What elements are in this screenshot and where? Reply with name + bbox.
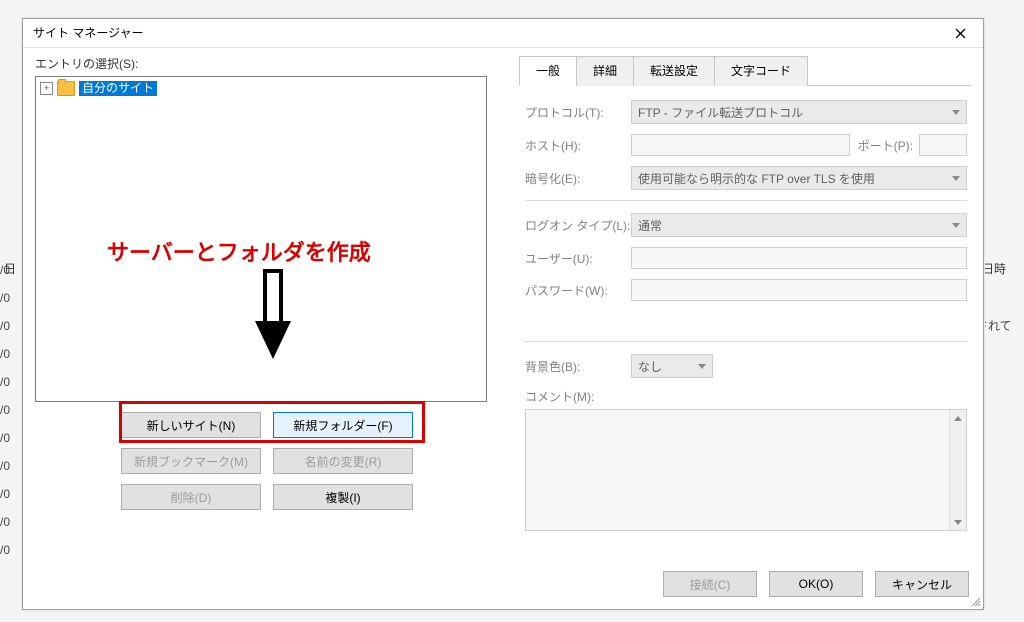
port-label: ポート(P): [858,137,913,154]
close-icon [955,28,966,39]
ok-button[interactable]: OK(O) [769,571,863,597]
bgcolor-select[interactable]: なし [631,354,713,378]
entry-select-label: エントリの選択(S): [35,55,493,72]
chevron-down-icon [952,110,960,115]
protocol-label: プロトコル(T): [525,104,631,121]
site-tree[interactable]: + 自分のサイト サーバーとフォルダを作成 [35,76,487,402]
scrollbar[interactable] [949,410,966,530]
logon-type-label: ログオン タイプ(L): [525,217,631,234]
scroll-down-icon[interactable] [950,514,966,530]
protocol-select[interactable]: FTP - ファイル転送プロトコル [631,100,967,124]
comment-textarea[interactable] [525,409,967,531]
chevron-down-icon [698,364,706,369]
close-button[interactable] [943,21,977,45]
tab-strip: 一般 詳細 転送設定 文字コード [519,55,971,86]
bgcolor-label: 背景色(B): [525,358,631,375]
user-label: ユーザー(U): [525,250,631,267]
comment-label: コメント(M): [525,388,967,405]
tab-transfer[interactable]: 転送設定 [633,56,715,86]
logon-type-select[interactable]: 通常 [631,213,967,237]
port-input[interactable] [919,134,967,156]
right-column: 一般 詳細 転送設定 文字コード プロトコル(T): FTP - ファイル転送プ… [519,55,971,535]
encryption-select[interactable]: 使用可能なら明示的な FTP over TLS を使用 [631,166,967,190]
password-input[interactable] [631,279,967,301]
password-label: パスワード(W): [525,282,631,299]
expand-icon[interactable]: + [40,82,53,95]
general-form: プロトコル(T): FTP - ファイル転送プロトコル ホスト(H): ポート(… [519,86,971,535]
site-manager-dialog: サイト マネージャー エントリの選択(S): + 自分のサイト サーバーとフォル… [22,18,984,610]
user-input[interactable] [631,247,967,269]
scroll-up-icon[interactable] [950,410,966,426]
tree-root-row[interactable]: + 自分のサイト [40,80,482,96]
bg-left-strip: /0/0/0/0/0/0/0/0/0/0/0 [0,256,20,622]
host-label: ホスト(H): [525,137,631,154]
button-grid: 新しいサイト(N) 新規フォルダー(F) 新規ブックマーク(M) 名前の変更(R… [121,412,493,510]
tab-general[interactable]: 一般 [519,56,577,86]
stage: 日 日時 /0/0/0/0/0/0/0/0/0/0/0 続されて サイト マネー… [0,0,1024,622]
new-site-button[interactable]: 新しいサイト(N) [121,412,261,438]
tree-root-label[interactable]: 自分のサイト [79,81,157,96]
tab-charset[interactable]: 文字コード [714,56,808,86]
cancel-button[interactable]: キャンセル [875,571,969,597]
host-input[interactable] [631,134,850,156]
window-title: サイト マネージャー [33,19,144,47]
annotation-arrow-icon [251,269,295,368]
divider [525,341,967,342]
encryption-label: 暗号化(E): [525,170,631,187]
tab-advanced[interactable]: 詳細 [576,56,634,86]
new-bookmark-button: 新規ブックマーク(M) [121,448,261,474]
duplicate-button[interactable]: 複製(I) [273,484,413,510]
folder-icon [57,81,75,96]
left-column: エントリの選択(S): + 自分のサイト サーバーとフォルダを作成 [35,55,493,520]
annotation-text: サーバーとフォルダを作成 [107,235,371,267]
delete-button: 削除(D) [121,484,261,510]
divider [525,200,967,201]
chevron-down-icon [952,223,960,228]
dialog-body: エントリの選択(S): + 自分のサイト サーバーとフォルダを作成 [23,47,983,609]
titlebar: サイト マネージャー [23,19,983,48]
connect-button: 接続(C) [663,571,757,597]
dialog-footer: 接続(C) OK(O) キャンセル [663,571,969,597]
resize-grip-icon[interactable] [969,595,981,607]
rename-button: 名前の変更(R) [273,448,413,474]
chevron-down-icon [952,176,960,181]
new-folder-button[interactable]: 新規フォルダー(F) [273,412,413,438]
